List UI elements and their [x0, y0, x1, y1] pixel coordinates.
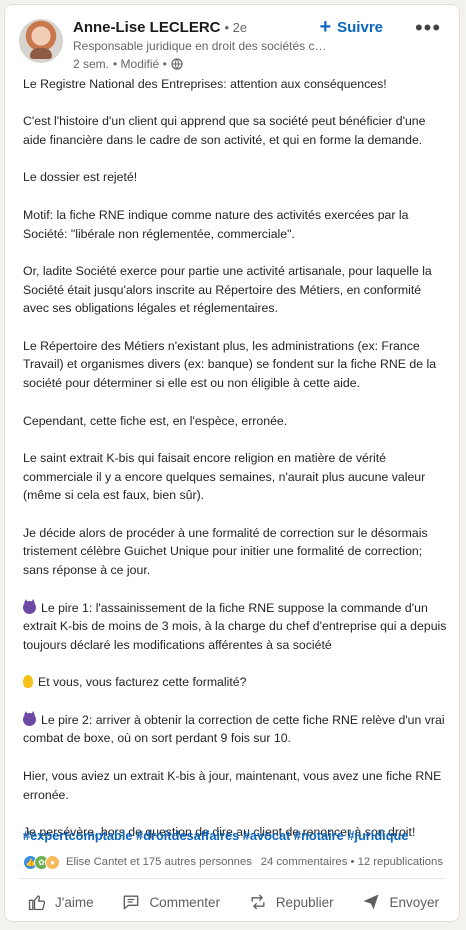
connection-degree: • 2e [224, 20, 248, 35]
more-icon: ••• [414, 15, 442, 40]
paragraph: Hier, vous aviez un extrait K-bis à jour… [23, 768, 442, 802]
globe-icon [171, 58, 183, 70]
post-meta: 2 sem. • Modifié • [73, 57, 343, 71]
like-label: J'aime [55, 894, 94, 910]
send-icon [363, 894, 379, 910]
author-avatar[interactable] [19, 19, 63, 63]
author-info: Anne-Lise LECLERC • 2e Responsable jurid… [73, 19, 343, 71]
reactors-text[interactable]: Elise Cantet et 175 autres personnes [66, 856, 252, 868]
paragraph: Motif: la fiche RNE indique comme nature… [23, 207, 409, 241]
plus-icon: + [319, 16, 332, 38]
paragraph: Le pire 1: l'assainissement de la fiche … [23, 598, 448, 655]
more-options-button[interactable]: ••• [413, 17, 443, 39]
comment-label: Commenter [149, 894, 220, 910]
comment-icon [124, 895, 139, 910]
social-counts: 👍 ✿ ● Elise Cantet et 175 autres personn… [23, 853, 443, 871]
author-name[interactable]: Anne-Lise LECLERC [73, 19, 221, 36]
post-body: Le Registre National des Entreprises: at… [23, 75, 448, 860]
devil-emoji-icon [23, 598, 36, 614]
repost-icon [251, 894, 265, 910]
reactions-summary[interactable]: 👍 ✿ ● Elise Cantet et 175 autres personn… [23, 854, 252, 870]
bulb-emoji-icon [23, 675, 33, 689]
paragraph: Le Répertoire des Métiers n'existant plu… [23, 338, 437, 391]
edited-label: • Modifié • [113, 57, 167, 71]
action-bar: J'aime Commenter Republier Envoyer [21, 885, 445, 919]
repost-button[interactable]: Republier [242, 885, 340, 919]
comment-button[interactable]: Commenter [115, 885, 226, 919]
post-header: Anne-Lise LECLERC • 2e Responsable jurid… [19, 16, 445, 71]
paragraph: Or, ladite Société exerce pour partie un… [23, 263, 432, 316]
insight-icon: ● [45, 854, 60, 870]
post-card: Anne-Lise LECLERC • 2e Responsable jurid… [4, 4, 460, 922]
paragraph-text: Le pire 2: arriver à obtenir la correcti… [23, 712, 445, 746]
paragraph: Le saint extrait K-bis qui faisait encor… [23, 450, 426, 503]
paragraph-text: Le pire 1: l'assainissement de la fiche … [23, 600, 447, 652]
paragraph: Le dossier est rejeté! [23, 170, 138, 185]
paragraph: C'est l'histoire d'un client qui apprend… [23, 114, 426, 148]
devil-emoji-icon [23, 710, 36, 726]
paragraph: Je décide alors de procéder à une formal… [23, 525, 428, 578]
thumbs-up-icon [28, 895, 46, 911]
repost-label: Republier [275, 894, 334, 910]
divider [19, 878, 445, 879]
follow-label: Suivre [337, 19, 383, 36]
like-button[interactable]: J'aime [21, 885, 100, 919]
hashtags[interactable]: #expertcomptable #droitdesaffaires #avoc… [23, 828, 453, 843]
comments-reposts-count[interactable]: 24 commentaires • 12 republications [261, 856, 443, 868]
paragraph: Le Registre National des Entreprises: at… [23, 77, 387, 91]
post-time: 2 sem. [73, 57, 110, 71]
paragraph: Le pire 2: arriver à obtenir la correcti… [23, 710, 448, 748]
paragraph: Cependant, cette fiche est, en l'espèce,… [23, 413, 288, 428]
paragraph-text: Et vous, vous facturez cette formalité? [38, 675, 247, 690]
send-button[interactable]: Envoyer [355, 885, 445, 919]
send-label: Envoyer [389, 894, 439, 910]
follow-button[interactable]: + Suivre [319, 16, 383, 38]
paragraph: Et vous, vous facturez cette formalité? [23, 673, 448, 692]
author-headline: Responsable juridique en droit des socié… [73, 39, 328, 53]
